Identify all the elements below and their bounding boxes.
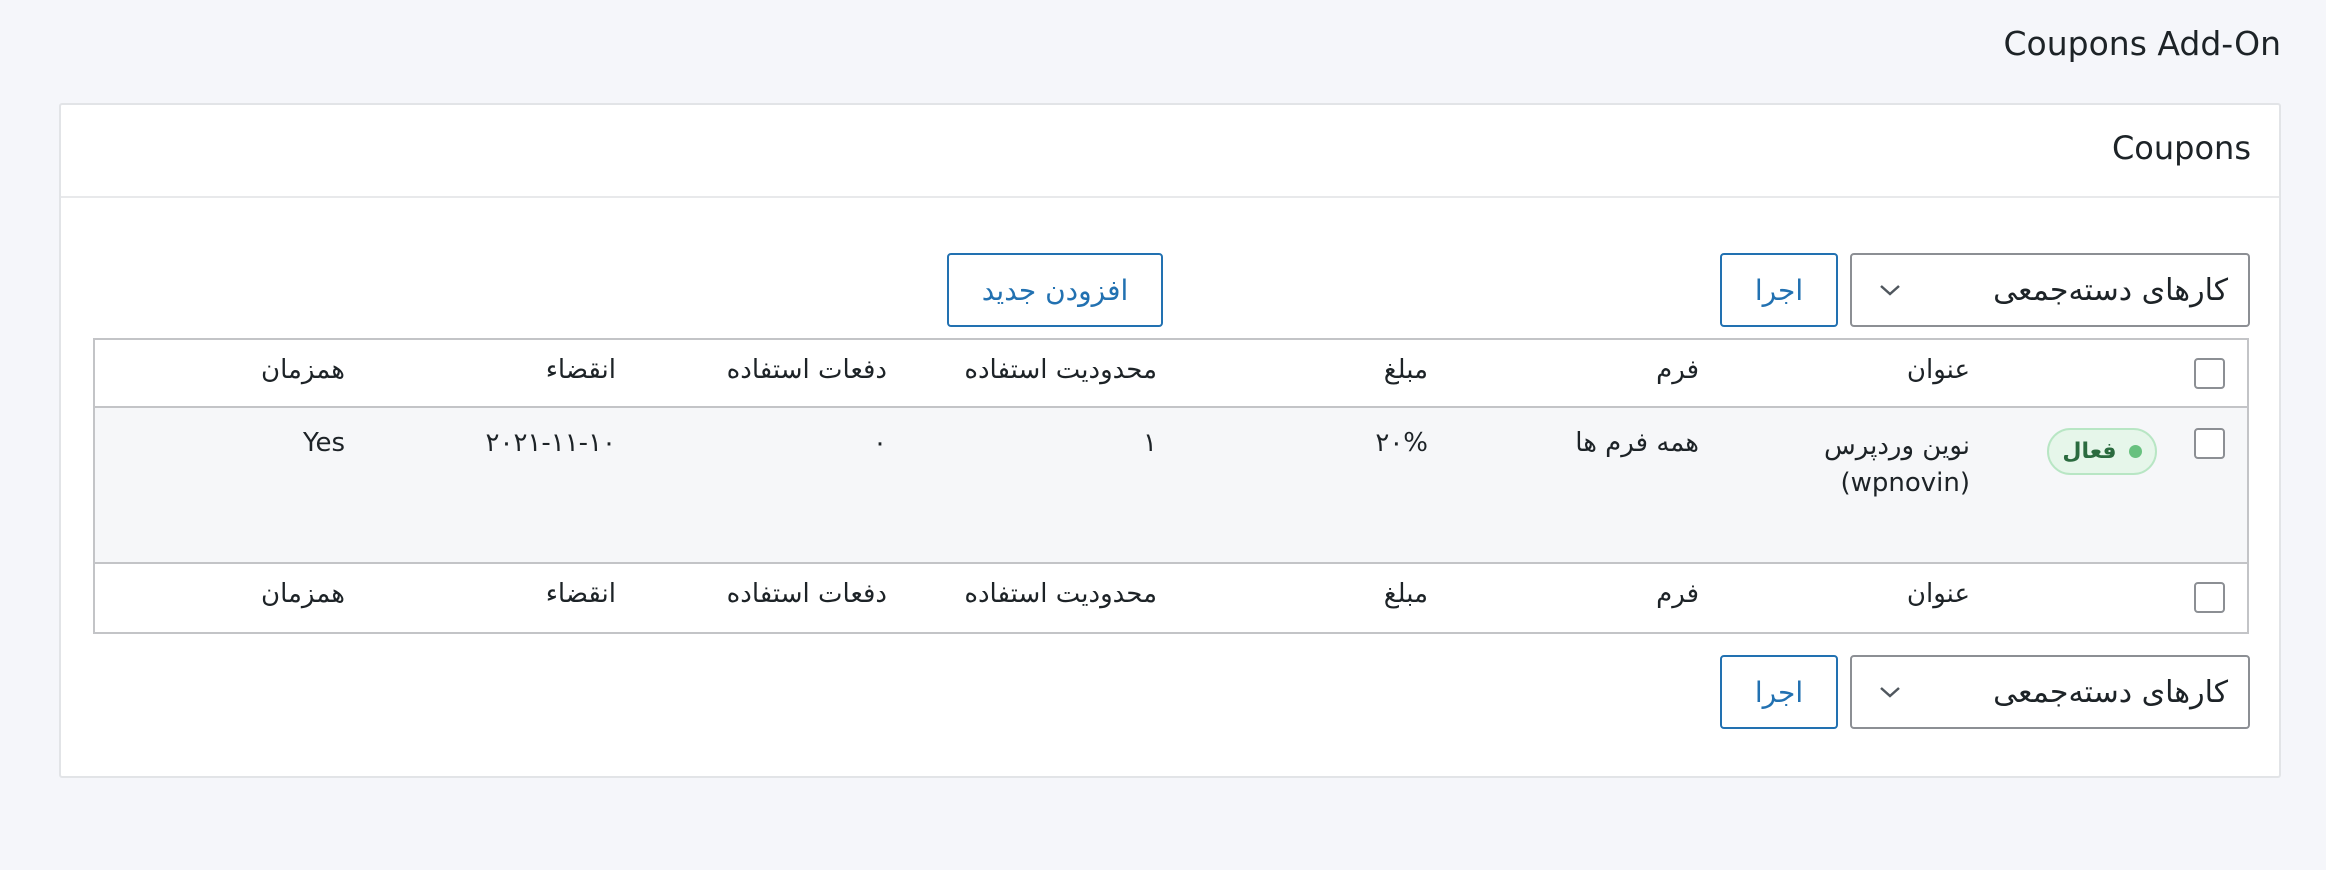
status-dot-icon (2128, 445, 2142, 458)
coupon-title-name: نوین وردپرس (1824, 431, 1970, 461)
column-footer-concurrent[interactable]: همزمان (261, 579, 345, 609)
column-header-expiry[interactable]: انقضاء (546, 355, 616, 385)
column-header-usage-count[interactable]: دفعات استفاده (727, 355, 887, 385)
column-footer-expiry[interactable]: انقضاء (546, 579, 616, 609)
coupon-usage-limit: ۱ (1143, 428, 1157, 458)
card-header: Coupons (61, 105, 2279, 198)
coupon-title-slug: (wpnovin) (1840, 468, 1970, 498)
status-badge: فعال (2047, 428, 2157, 475)
column-footer-usage-limit[interactable]: محدودیت استفاده (964, 579, 1157, 609)
coupons-card: Coupons کارهای دسته‌جمعی اجرا افزودن جدی… (59, 103, 2281, 778)
row-checkbox[interactable] (2194, 428, 2225, 459)
apply-button-top[interactable]: اجرا (1720, 253, 1838, 327)
bulk-actions-label-bottom: کارهای دسته‌جمعی (1993, 674, 2228, 710)
add-new-button[interactable]: افزودن جدید (947, 253, 1163, 327)
select-all-checkbox-footer[interactable] (2194, 582, 2225, 613)
bulk-actions-label: کارهای دسته‌جمعی (1993, 272, 2228, 308)
coupon-title[interactable]: نوین وردپرس (wpnovin) (1824, 428, 1970, 502)
column-header-usage-limit[interactable]: محدودیت استفاده (964, 355, 1157, 385)
table-header-row: عنوان فرم مبلغ محدودیت استفاده دفعات است… (95, 340, 2247, 408)
column-footer-amount[interactable]: مبلغ (1384, 579, 1428, 609)
column-header-form[interactable]: فرم (1656, 355, 1699, 385)
coupons-table: عنوان فرم مبلغ محدودیت استفاده دفعات است… (93, 338, 2249, 634)
table-footer-row: عنوان فرم مبلغ محدودیت استفاده دفعات است… (95, 564, 2247, 632)
column-header-concurrent[interactable]: همزمان (261, 355, 345, 385)
card-title: Coupons (2111, 129, 2251, 167)
bulk-actions-select-top[interactable]: کارهای دسته‌جمعی (1850, 253, 2250, 327)
column-header-title[interactable]: عنوان (1907, 355, 1970, 385)
table-row: فعال نوین وردپرس (wpnovin) همه فرم ها ۲۰… (95, 408, 2247, 564)
column-header-amount[interactable]: مبلغ (1384, 355, 1428, 385)
coupon-usage-count: ۰ (873, 428, 887, 458)
coupon-form: همه فرم ها (1575, 428, 1699, 458)
apply-button-bottom[interactable]: اجرا (1720, 655, 1838, 729)
bulk-actions-select-bottom[interactable]: کارهای دسته‌جمعی (1850, 655, 2250, 729)
coupon-amount: ۲۰% (1375, 428, 1428, 458)
select-all-checkbox[interactable] (2194, 358, 2225, 389)
coupon-concurrent: Yes (303, 428, 345, 458)
coupon-expiry: ۲۰۲۱-۱۱-۱۰ (485, 428, 616, 458)
column-footer-form[interactable]: فرم (1656, 579, 1699, 609)
column-footer-title[interactable]: عنوان (1907, 579, 1970, 609)
chevron-down-icon (1880, 687, 1900, 698)
status-label: فعال (2062, 439, 2117, 464)
chevron-down-icon (1880, 285, 1900, 296)
column-footer-usage-count[interactable]: دفعات استفاده (727, 579, 887, 609)
page-title: Coupons Add-On (2003, 24, 2282, 63)
